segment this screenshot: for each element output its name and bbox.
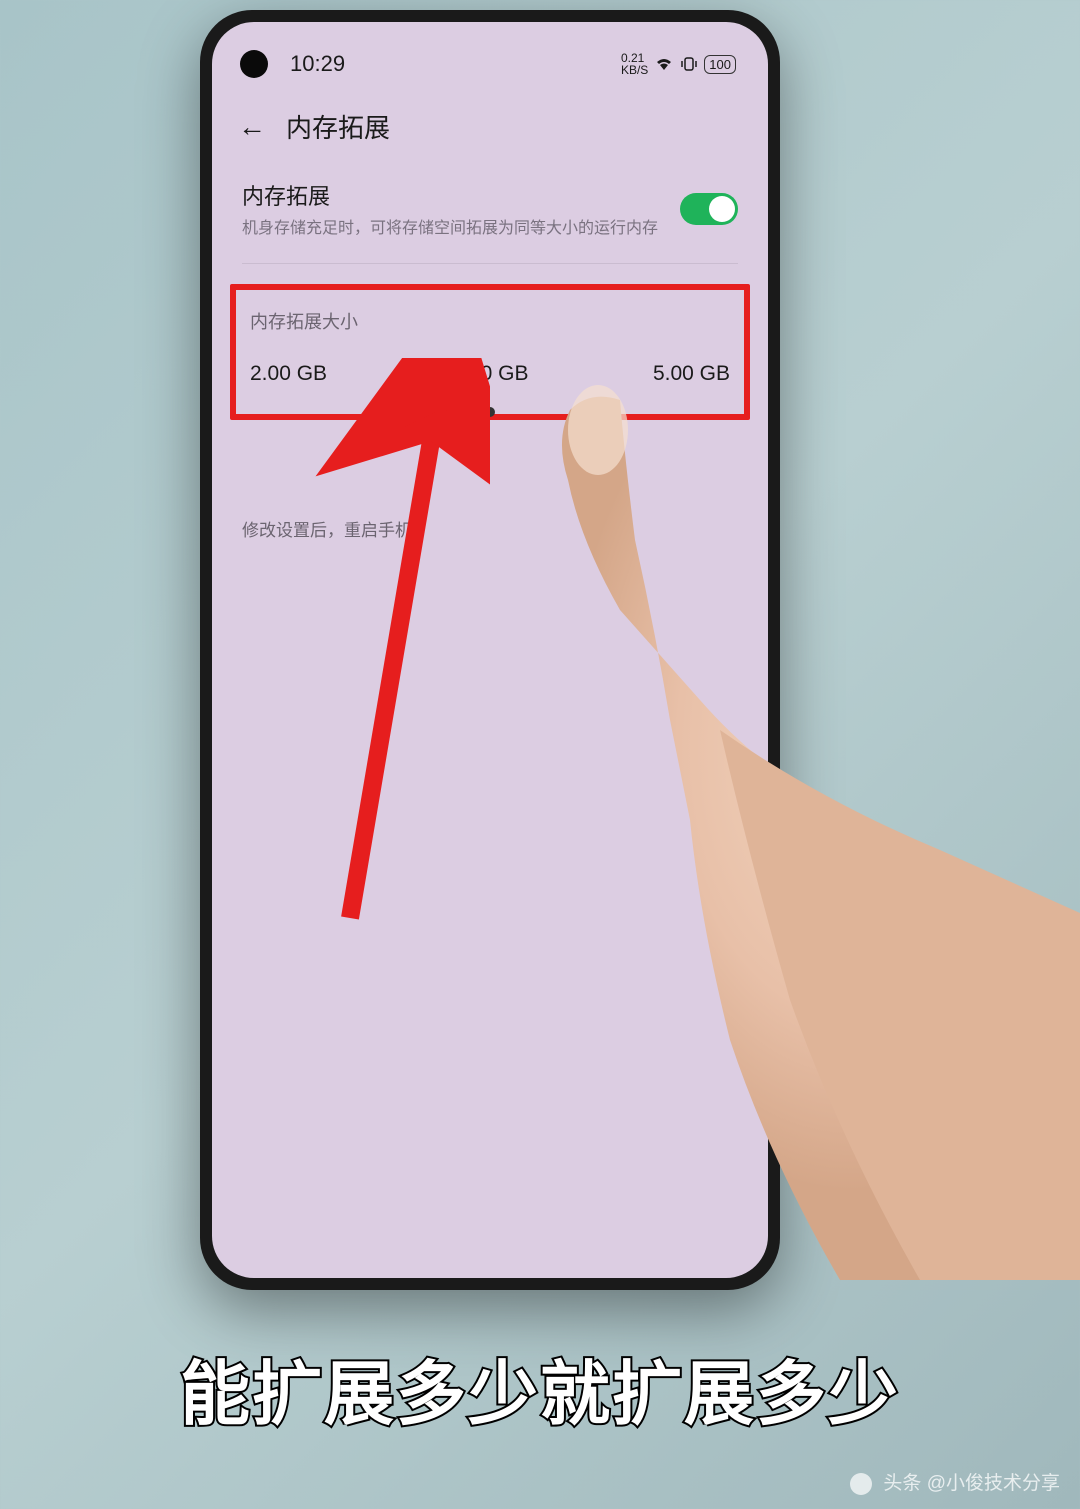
toggle-knob: [709, 196, 735, 222]
size-selection-highlight: 内存拓展大小 2.00 GB 3.00 GB 5.00 GB: [230, 284, 750, 420]
size-option-3gb[interactable]: 3.00 GB: [451, 362, 528, 386]
video-caption: 能扩展多少就扩展多少: [0, 1338, 1080, 1439]
wifi-icon: [654, 56, 674, 72]
phone-container: 10:29 0.21 KB/S 100 ← 内存拓: [200, 10, 780, 1290]
ram-extension-toggle[interactable]: [680, 193, 738, 225]
attribution: 头条 @小俊技术分享: [850, 1468, 1060, 1495]
phone-frame: 10:29 0.21 KB/S 100 ← 内存拓: [200, 10, 780, 1290]
camera-hole: [240, 50, 268, 78]
status-icons: 0.21 KB/S 100: [621, 52, 736, 76]
page-title: 内存拓展: [286, 108, 390, 145]
attribution-text: 头条 @小俊技术分享: [883, 1473, 1060, 1494]
status-time: 10:29: [290, 51, 345, 77]
status-bar: 10:29 0.21 KB/S 100: [212, 22, 768, 90]
divider: [242, 263, 738, 264]
selected-indicator-icon: [485, 407, 495, 417]
network-speed: 0.21 KB/S: [621, 52, 648, 76]
back-button[interactable]: ←: [238, 111, 266, 143]
page-header: ← 内存拓展: [212, 90, 768, 163]
toggle-text: 内存拓展 机身存储充足时，可将存储空间拓展为同等大小的运行内存: [242, 179, 668, 241]
restart-note: 修改设置后，重启手机: [212, 420, 768, 541]
speed-unit: KB/S: [621, 63, 648, 77]
phone-screen: 10:29 0.21 KB/S 100 ← 内存拓: [212, 22, 768, 1278]
size-options: 2.00 GB 3.00 GB 5.00 GB: [250, 362, 730, 386]
size-section-label: 内存拓展大小: [250, 308, 730, 334]
ram-extension-toggle-row: 内存拓展 机身存储充足时，可将存储空间拓展为同等大小的运行内存: [212, 163, 768, 263]
toggle-description: 机身存储充足时，可将存储空间拓展为同等大小的运行内存: [242, 217, 668, 241]
toutiao-logo-icon: [850, 1473, 872, 1495]
toggle-title: 内存拓展: [242, 179, 668, 211]
size-option-2gb[interactable]: 2.00 GB: [250, 362, 327, 386]
size-option-5gb[interactable]: 5.00 GB: [653, 362, 730, 386]
battery-level: 100: [704, 55, 736, 74]
vibrate-icon: [680, 56, 698, 72]
